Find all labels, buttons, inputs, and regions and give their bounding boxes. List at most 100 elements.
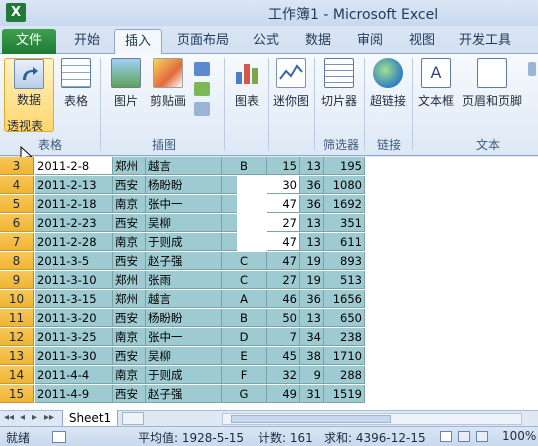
cell-date[interactable]: 2011-3-30 xyxy=(35,347,113,365)
next-sheet-icon[interactable]: ▸ xyxy=(32,412,37,423)
cell-a[interactable]: 7 xyxy=(267,328,300,346)
cell-city[interactable]: 西安 xyxy=(113,309,146,327)
cell-b[interactable]: 13 xyxy=(300,309,324,327)
cell-date[interactable]: 2011-3-20 xyxy=(35,309,113,327)
cell-date[interactable]: 2011-2-18 xyxy=(35,195,113,213)
cell-city[interactable]: 西安 xyxy=(113,385,146,403)
cell-a[interactable]: 46 xyxy=(267,290,300,308)
row-header[interactable]: 3 xyxy=(0,157,34,175)
empty-cells[interactable] xyxy=(365,290,538,308)
shapes-icon[interactable] xyxy=(194,62,210,76)
picture-button[interactable]: 图片 xyxy=(108,58,144,109)
cell-b[interactable]: 38 xyxy=(300,347,324,365)
header-footer-button[interactable]: 页眉和页脚 xyxy=(460,58,524,109)
cell-name[interactable]: 张雨 xyxy=(146,271,222,289)
cell-name[interactable]: 于则成 xyxy=(146,233,222,251)
chart-button[interactable]: 图表 xyxy=(230,58,264,109)
normal-view-icon[interactable] xyxy=(440,431,452,442)
cell-b[interactable]: 13 xyxy=(300,214,324,232)
cell-date[interactable]: 2011-3-15 xyxy=(35,290,113,308)
screenshot-icon[interactable] xyxy=(194,102,210,116)
tab-formulas[interactable]: 公式 xyxy=(244,29,288,54)
cell-c[interactable]: 195 xyxy=(324,157,365,175)
cell-b[interactable]: 13 xyxy=(300,157,324,175)
row-header[interactable]: 12 xyxy=(0,328,34,346)
cell-date[interactable]: 2011-4-4 xyxy=(35,366,113,384)
cell-c[interactable]: 650 xyxy=(324,309,365,327)
cell-b[interactable]: 36 xyxy=(300,290,324,308)
empty-cells[interactable] xyxy=(365,385,538,403)
cell-c[interactable]: 351 xyxy=(324,214,365,232)
row-header[interactable]: 14 xyxy=(0,366,34,384)
more-icon[interactable] xyxy=(528,62,536,76)
row-header[interactable]: 15 xyxy=(0,385,34,403)
cell-name[interactable]: 越言 xyxy=(146,157,222,175)
tab-data[interactable]: 数据 xyxy=(296,29,340,54)
empty-cells[interactable] xyxy=(365,366,538,384)
cell-grade[interactable]: F xyxy=(222,366,267,384)
textbox-button[interactable]: A 文本框 xyxy=(416,58,456,109)
empty-cells[interactable] xyxy=(365,328,538,346)
clipart-button[interactable]: 剪贴画 xyxy=(148,58,188,109)
cell-date[interactable]: 2011-3-10 xyxy=(35,271,113,289)
row-header[interactable]: 10 xyxy=(0,290,34,308)
tab-view[interactable]: 视图 xyxy=(400,29,444,54)
cell-city[interactable]: 西安 xyxy=(113,176,146,194)
row-header[interactable]: 9 xyxy=(0,271,34,289)
cell-grade[interactable]: A xyxy=(222,290,267,308)
cell-c[interactable]: 893 xyxy=(324,252,365,270)
cell-grade[interactable]: E xyxy=(222,347,267,365)
cell-b[interactable]: 9 xyxy=(300,366,324,384)
cell-b[interactable]: 19 xyxy=(300,252,324,270)
cell-name[interactable]: 赵子强 xyxy=(146,385,222,403)
cell-b[interactable]: 34 xyxy=(300,328,324,346)
cell-grade[interactable]: B xyxy=(222,309,267,327)
cell-grade[interactable]: G xyxy=(222,385,267,403)
quick-access-icon[interactable] xyxy=(30,5,44,19)
scrollbar-thumb[interactable] xyxy=(231,415,391,423)
tab-page-layout[interactable]: 页面布局 xyxy=(170,29,236,54)
row-header[interactable]: 7 xyxy=(0,233,34,251)
cell-city[interactable]: 西安 xyxy=(113,214,146,232)
row-header[interactable]: 11 xyxy=(0,309,34,327)
cell-name[interactable]: 杨盼盼 xyxy=(146,309,222,327)
cell-name[interactable]: 吴柳 xyxy=(146,214,222,232)
cell-a[interactable]: 47 xyxy=(267,195,300,213)
horizontal-scrollbar[interactable] xyxy=(222,413,522,425)
cell-a[interactable]: 27 xyxy=(267,271,300,289)
cell-date[interactable]: 2011-2-23 xyxy=(35,214,113,232)
cell-city[interactable]: 南京 xyxy=(113,233,146,251)
cell-date[interactable]: 2011-2-13 xyxy=(35,176,113,194)
cell-city[interactable]: 郑州 xyxy=(113,157,146,175)
cell-b[interactable]: 19 xyxy=(300,271,324,289)
tab-file[interactable]: 文件 xyxy=(2,29,56,54)
table-button[interactable]: 表格 xyxy=(58,58,94,109)
cell-b[interactable]: 36 xyxy=(300,195,324,213)
empty-cells[interactable] xyxy=(365,176,538,194)
macro-record-icon[interactable] xyxy=(52,431,66,443)
cell-b[interactable]: 31 xyxy=(300,385,324,403)
tab-review[interactable]: 审阅 xyxy=(348,29,392,54)
cell-c[interactable]: 611 xyxy=(324,233,365,251)
cell-a[interactable]: 27 xyxy=(267,214,300,232)
cell-grade[interactable]: B xyxy=(222,157,267,175)
cell-c[interactable]: 238 xyxy=(324,328,365,346)
empty-cells[interactable] xyxy=(365,252,538,270)
cell-c[interactable]: 1710 xyxy=(324,347,365,365)
pivot-table-button[interactable]: 数据 透视表 xyxy=(4,58,54,133)
cell-city[interactable]: 南京 xyxy=(113,366,146,384)
cell-name[interactable]: 越言 xyxy=(146,290,222,308)
cell-name[interactable]: 张中一 xyxy=(146,328,222,346)
sparkline-button[interactable]: 迷你图 xyxy=(272,58,310,109)
cell-city[interactable]: 西安 xyxy=(113,347,146,365)
tab-developer[interactable]: 开发工具 xyxy=(452,29,518,54)
cell-city[interactable]: 南京 xyxy=(113,195,146,213)
prev-sheet-icon[interactable]: ◂ xyxy=(20,412,25,423)
cell-a[interactable]: 50 xyxy=(267,309,300,327)
cell-date[interactable]: 2011-2-28 xyxy=(35,233,113,251)
cell-c[interactable]: 513 xyxy=(324,271,365,289)
empty-cells[interactable] xyxy=(365,271,538,289)
cell-name[interactable]: 于则成 xyxy=(146,366,222,384)
cell-date[interactable]: 2011-2-8 xyxy=(35,157,113,175)
cell-grade[interactable]: D xyxy=(222,328,267,346)
